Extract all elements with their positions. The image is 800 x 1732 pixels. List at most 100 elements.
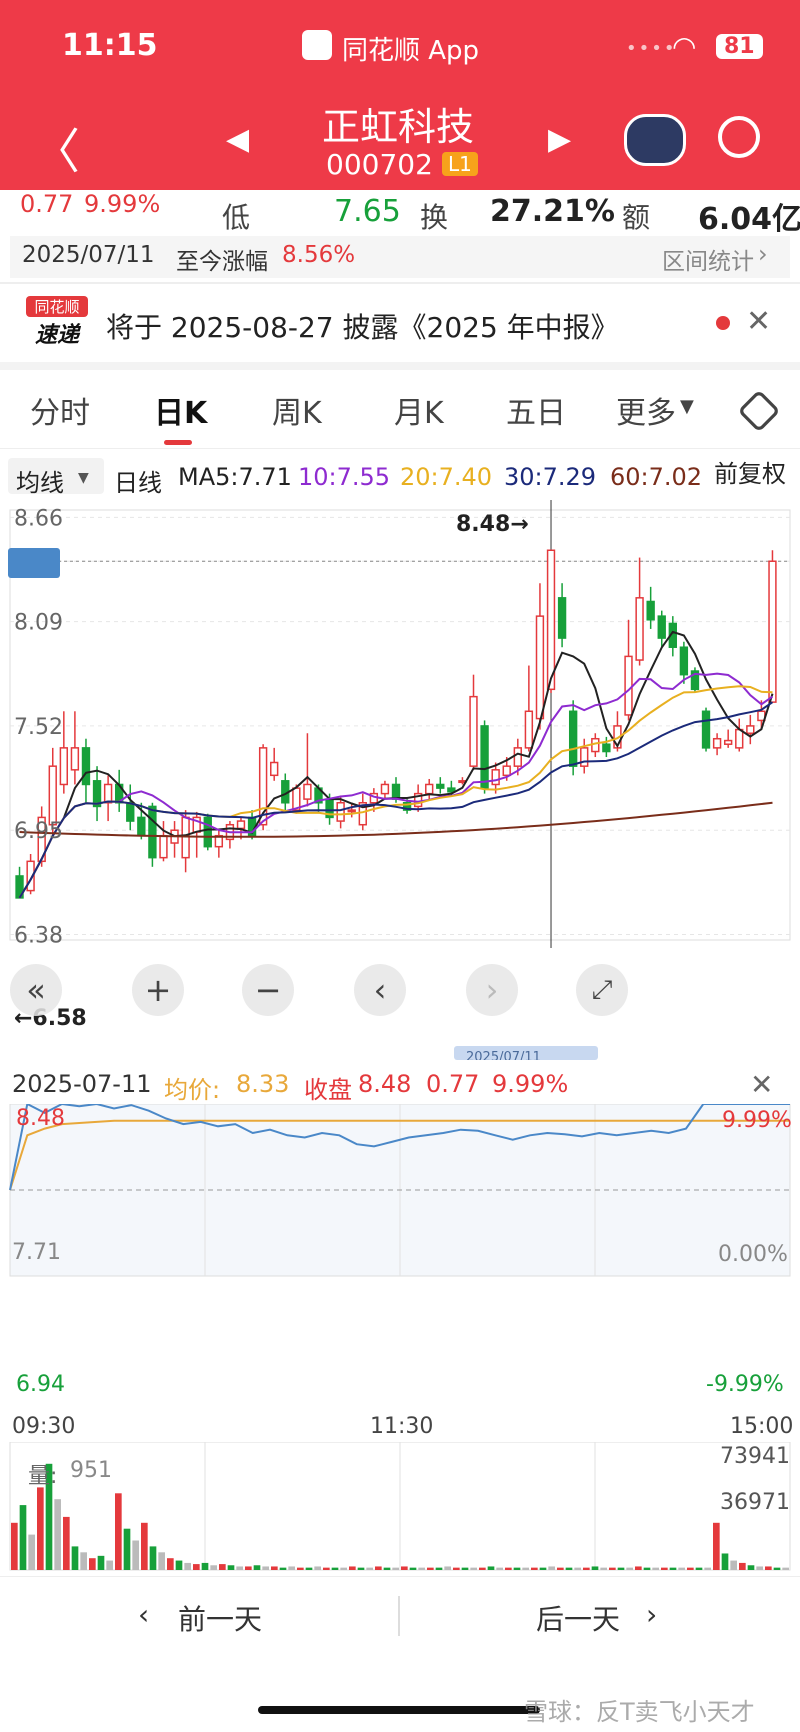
volume-bar [522,1567,529,1570]
candle-up [735,728,744,749]
volume-bar [548,1566,555,1570]
divider [398,1596,400,1636]
time-end: 15:00 [730,1414,794,1439]
volume-bar [600,1567,607,1570]
tab-five-day[interactable]: 五日 [506,388,566,432]
volume-bar [245,1566,252,1570]
intraday-close-label: 收盘 [304,1076,352,1104]
range-label: 至今涨幅 [176,249,268,275]
scroll-right-button[interactable]: › [466,964,518,1016]
volume-bar [366,1567,373,1570]
scroll-left-button[interactable]: ‹ [354,964,406,1016]
next-stock-icon[interactable]: ▶ [548,122,571,157]
announcement-text[interactable]: 将于 2025-08-27 披露《2025 年中报》 [106,306,619,346]
candle-down [126,802,135,822]
candle-down [391,783,401,800]
tab-weekly-k[interactable]: 周K [272,388,322,432]
intraday-date: 2025-07-11 [12,1070,152,1098]
section-gap [0,362,800,370]
time-mid: 11:30 [370,1414,434,1439]
ma5-line [18,630,774,899]
divider [0,1576,800,1577]
intraday-chart[interactable] [0,1104,800,1404]
volume-bar [63,1516,70,1570]
turnover-label: 换 [420,201,449,234]
volume-bar [418,1567,425,1570]
intraday-price-top: 8.48 [16,1106,65,1131]
next-day-button[interactable]: 后一天 [536,1598,620,1638]
volume-bar [349,1566,356,1570]
back-icon[interactable]: 〈 [32,112,80,182]
candle-up [159,834,168,859]
zoom-out-button[interactable]: − [242,964,294,1016]
range-stats-link[interactable]: 区间统计 [662,242,754,276]
next-day-chevron-icon[interactable]: › [646,1598,657,1631]
line-type-label: 日线 [114,469,162,497]
ma-dropdown-icon: ▼ [78,470,89,486]
more-dropdown-icon[interactable]: ▼ [680,396,694,417]
collapse-left-icon[interactable]: « [10,964,62,1016]
search-icon[interactable] [718,116,760,158]
volume-chart [9,1442,791,1571]
candle-up [723,739,733,745]
intraday-avg-value: 8.33 [236,1070,290,1098]
volume-bar [635,1566,642,1570]
prev-day-button[interactable]: 前一天 [178,1598,262,1638]
volume-bar [695,1567,703,1570]
volume-bar [149,1546,157,1570]
volume-bar [141,1522,148,1570]
intraday-avg-label: 均价: [164,1076,221,1104]
top-header: 11:15 同花顺 App •••• ◠ 81 〈 ◀ 正虹科技 000702 … [0,0,800,190]
intraday-change: 0.77 [426,1070,480,1098]
chart-settings-icon[interactable] [737,389,781,433]
volume-bar [11,1522,18,1570]
volume-bar [626,1567,633,1570]
robot-assistant-icon[interactable] [624,114,686,166]
amount-label: 额 [622,201,651,234]
status-time: 11:15 [62,28,158,63]
candle-up [236,820,246,830]
battery-indicator: 81 [716,34,763,59]
intraday-pct-top: 9.99% [722,1108,792,1133]
volume-bar [487,1566,495,1570]
volume-bar [704,1567,711,1570]
volume-bar [591,1566,599,1570]
close-intraday-icon[interactable]: ✕ [750,1068,773,1101]
news-logo-top: 同花顺 [26,296,88,317]
volume-bar [123,1528,131,1570]
prev-stock-icon[interactable]: ◀ [226,122,249,157]
volume-bar [678,1567,685,1570]
volume-bar [158,1552,165,1570]
range-stats-chevron-icon[interactable]: › [758,240,768,268]
news-logo-bottom: 速递 [34,323,79,348]
close-announcement-icon[interactable]: ✕ [746,304,771,339]
adjust-button[interactable]: 前复权 [714,454,786,489]
volume-bar [687,1567,694,1570]
kline-candles [15,549,777,899]
candle-up [303,783,312,800]
candle-down [148,805,157,859]
tab-daily-k[interactable]: 日K [154,388,207,432]
prev-day-chevron-icon[interactable]: ‹ [138,1598,149,1631]
candle-up [580,747,589,767]
intraday-pct-bottom: -9.99% [706,1372,784,1397]
candle-up [59,747,69,786]
fullscreen-button[interactable]: ⤢ [576,964,628,1016]
zoom-in-button[interactable]: + [132,964,184,1016]
volume-bar [201,1562,209,1570]
tab-more[interactable]: 更多 [616,388,676,432]
volume-bar [721,1553,729,1570]
tab-monthly-k[interactable]: 月K [394,388,444,432]
date-scrubber[interactable]: 2025/07/11 [454,1046,598,1060]
candle-down [568,710,578,767]
volume-bar [71,1546,79,1570]
volume-bar [513,1567,521,1570]
candle-up [380,783,390,795]
volume-bar [193,1564,200,1570]
intraday-change-pct: 9.99% [492,1070,569,1098]
volume-bar [253,1565,261,1570]
kline-grid [9,500,791,948]
candle-up [181,816,190,859]
tab-intraday[interactable]: 分时 [30,388,90,432]
volume-bar [375,1566,382,1570]
